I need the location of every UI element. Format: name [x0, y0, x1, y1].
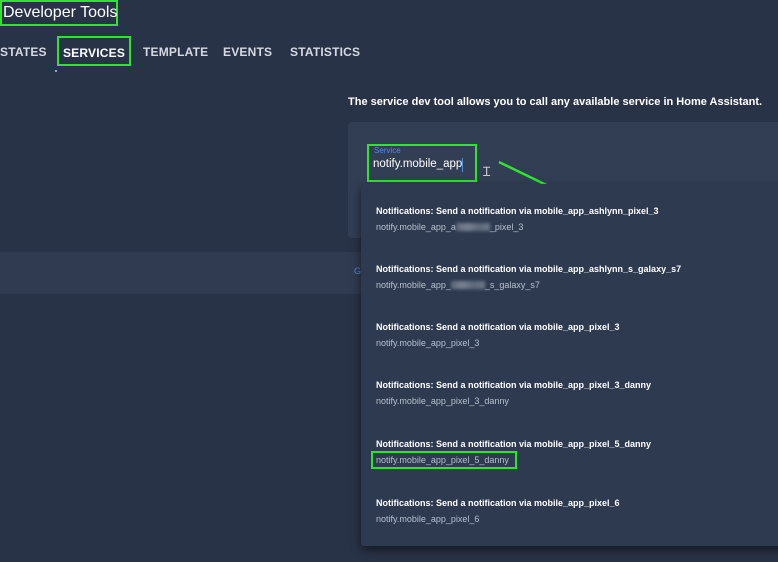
dropdown-item[interactable]: Notifications: Send a notification via m…: [376, 498, 776, 538]
item-service-id: notify.mobile_app_ _s_galaxy_s7: [376, 280, 540, 290]
developer-tools-page: Developer Tools STATES SERVICES TEMPLATE…: [0, 0, 778, 562]
item-service-id: notify.mobile_app_pixel_6: [376, 514, 480, 524]
item-title: Notifications: Send a notification via m…: [376, 439, 652, 449]
item-title: Notifications: Send a notification via m…: [376, 264, 682, 274]
redacted-text: [450, 281, 485, 289]
redacted-text: [455, 223, 490, 231]
page-title: Developer Tools: [0, 0, 118, 26]
text-caret: [462, 158, 463, 172]
service-dropdown: Notifications: Send a notification via m…: [361, 184, 778, 546]
ibeam-cursor-icon: Ɪ: [483, 165, 491, 180]
tab-states[interactable]: STATES: [0, 36, 47, 68]
tab-statistics[interactable]: STATISTICS: [290, 36, 360, 68]
tab-template[interactable]: TEMPLATE: [143, 36, 208, 68]
tab-indicator: [55, 70, 57, 72]
item-service-id: notify.mobile_app_a _pixel_3: [376, 222, 524, 232]
item-title: Notifications: Send a notification via m…: [376, 380, 652, 390]
dropdown-item[interactable]: Notifications: Send a notification via m…: [371, 439, 776, 479]
item-service-id: notify.mobile_app_pixel_5_danny: [371, 451, 517, 469]
item-service-id: notify.mobile_app_pixel_3_danny: [376, 396, 509, 406]
item-title: Notifications: Send a notification via m…: [376, 498, 620, 508]
service-tool-description: The service dev tool allows you to call …: [348, 96, 763, 108]
service-input[interactable]: notify.mobile_app: [373, 158, 462, 170]
dropdown-item[interactable]: Notifications: Send a notification via m…: [376, 206, 776, 246]
strip-link[interactable]: G: [354, 266, 361, 276]
tab-events[interactable]: EVENTS: [223, 36, 272, 68]
dropdown-item[interactable]: Notifications: Send a notification via m…: [376, 380, 776, 420]
dropdown-item[interactable]: Notifications: Send a notification via m…: [376, 264, 776, 304]
item-title: Notifications: Send a notification via m…: [376, 322, 620, 332]
tab-services[interactable]: SERVICES: [57, 36, 131, 66]
service-field-label: Service: [374, 146, 401, 155]
item-title: Notifications: Send a notification via m…: [376, 206, 659, 216]
item-service-id: notify.mobile_app_pixel_3: [376, 338, 480, 348]
dropdown-item[interactable]: Notifications: Send a notification via m…: [376, 322, 776, 362]
